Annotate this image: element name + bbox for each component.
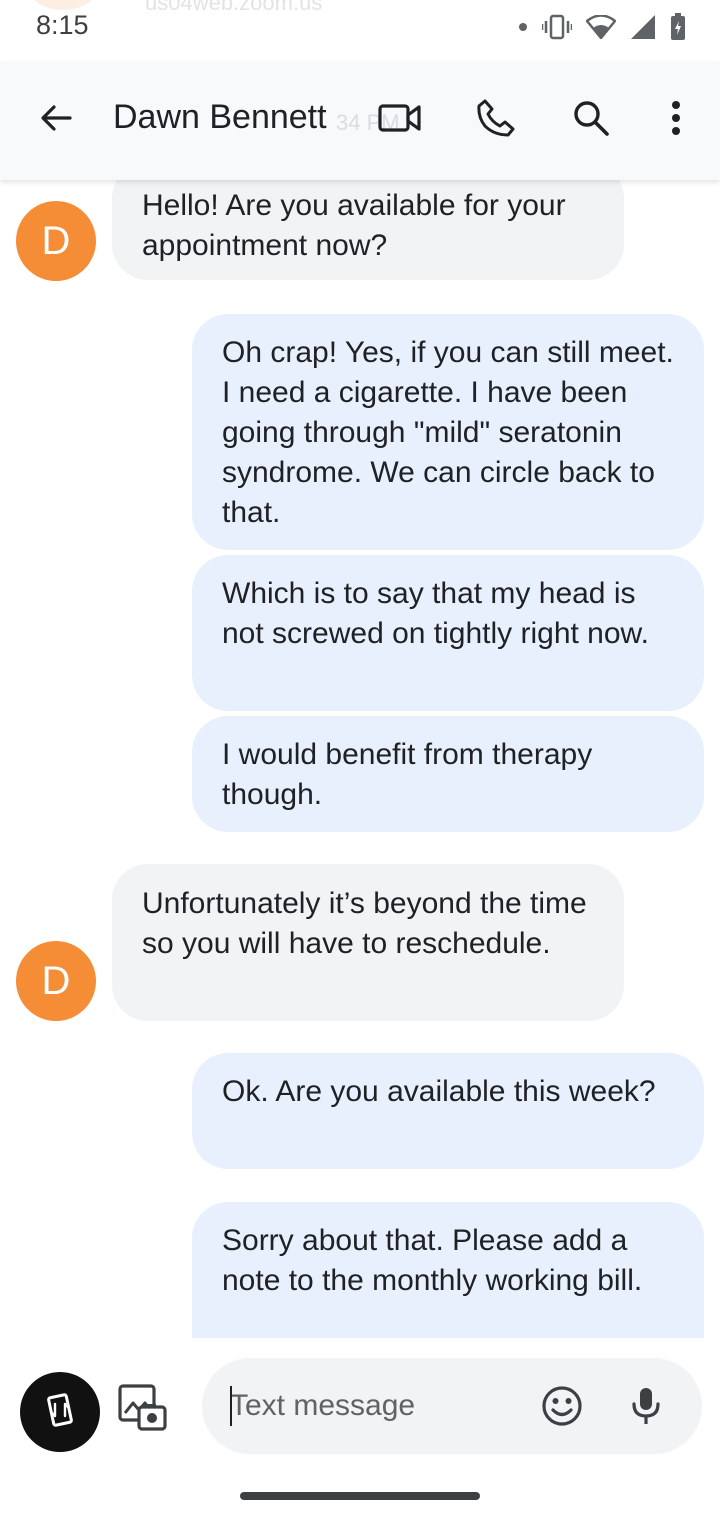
attach-button[interactable] — [20, 1372, 100, 1452]
emoji-icon — [541, 1385, 583, 1432]
message-outgoing[interactable]: Oh crap! Yes, if you can still meet. I n… — [192, 314, 704, 550]
contact-name[interactable]: Dawn Bennett — [113, 98, 327, 137]
more-options-button[interactable] — [648, 92, 704, 148]
contact-avatar[interactable]: D — [16, 201, 96, 281]
back-button[interactable] — [28, 92, 84, 148]
search-icon — [572, 99, 610, 142]
compose-field[interactable] — [202, 1358, 702, 1454]
compose-bar — [0, 1338, 720, 1520]
gallery-camera-icon — [117, 1383, 167, 1438]
message-incoming[interactable]: Unfortunately it’s beyond the time so yo… — [112, 864, 624, 1021]
notification-dot-icon — [518, 22, 528, 32]
message-incoming[interactable]: Hello! Are you available for your appoin… — [112, 180, 624, 280]
contact-avatar[interactable]: D — [16, 941, 96, 1021]
message-outgoing[interactable]: Ok. Are you available this week? — [192, 1053, 704, 1169]
status-icons — [518, 12, 686, 42]
phone-icon — [476, 98, 516, 143]
battery-icon — [670, 13, 686, 41]
signal-icon — [630, 14, 656, 40]
ghost-notification-text: us04web.zoom.us — [145, 0, 323, 15]
video-call-button[interactable] — [372, 92, 428, 148]
conversation-app-bar: Dawn Bennett 34 PM — [0, 62, 720, 180]
voice-input-button[interactable] — [622, 1384, 670, 1432]
more-vert-icon — [671, 100, 681, 141]
ghost-notification-avatar — [30, 0, 96, 10]
phone-call-button[interactable] — [468, 92, 524, 148]
message-list[interactable]: D Hello! Are you available for your appo… — [0, 180, 720, 1338]
message-outgoing[interactable]: Sorry about that. Please add a note to t… — [192, 1202, 704, 1338]
swap-icon — [45, 1392, 75, 1433]
back-arrow-icon — [38, 100, 74, 141]
message-outgoing[interactable]: Which is to say that my head is not scre… — [192, 555, 704, 711]
wifi-icon — [586, 15, 616, 39]
text-message-input[interactable] — [230, 1386, 530, 1426]
video-call-icon — [378, 102, 422, 139]
status-time: 8:15 — [36, 10, 89, 40]
vibrate-icon — [542, 14, 572, 40]
search-button[interactable] — [563, 92, 619, 148]
message-outgoing[interactable]: I would benefit from therapy though. — [192, 716, 704, 832]
emoji-button[interactable] — [538, 1384, 586, 1432]
text-cursor — [230, 1386, 232, 1426]
gesture-nav-handle[interactable] — [240, 1492, 480, 1500]
mic-icon — [629, 1386, 663, 1431]
status-bar: us04web.zoom.us 8:15 — [0, 0, 720, 56]
gallery-button[interactable] — [114, 1382, 170, 1438]
